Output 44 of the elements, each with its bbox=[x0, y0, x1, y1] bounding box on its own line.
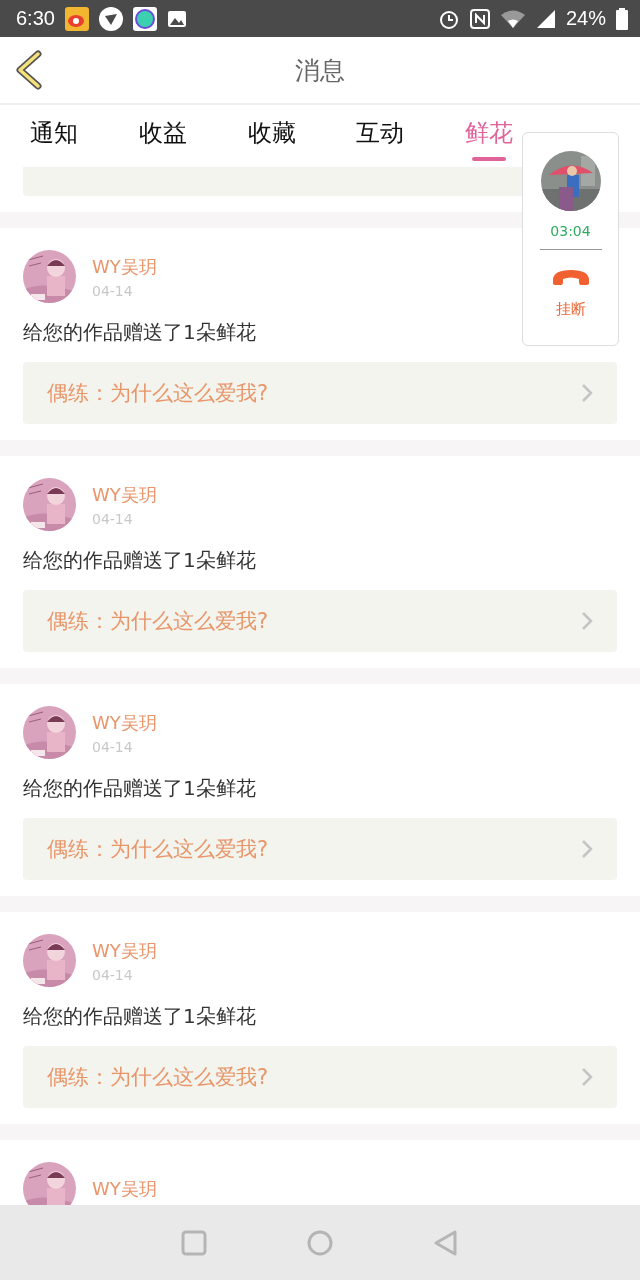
hang-up-button[interactable]: 挂断 bbox=[550, 268, 591, 319]
wifi-icon bbox=[499, 8, 526, 29]
message-text: 给您的作品赠送了1朵鲜花 bbox=[23, 319, 257, 346]
signal-icon bbox=[535, 8, 556, 29]
square-icon bbox=[181, 1229, 207, 1256]
chevron-icon bbox=[581, 839, 593, 859]
work-link[interactable]: 偶练：为什么这么爱我? bbox=[23, 590, 617, 652]
chevron-icon bbox=[581, 383, 593, 403]
recents-button[interactable] bbox=[181, 1229, 207, 1256]
page-title: 消息 bbox=[294, 54, 346, 87]
chevron-icon bbox=[581, 1067, 593, 1087]
nfc-icon bbox=[469, 8, 490, 29]
back-nav-button[interactable] bbox=[433, 1229, 459, 1256]
user-name: WY吴玥 bbox=[92, 938, 157, 963]
chevron-icon bbox=[581, 611, 593, 631]
tab[interactable]: 收益 bbox=[108, 105, 218, 167]
work-link[interactable]: 偶练：为什么这么爱我? bbox=[23, 818, 617, 880]
work-link[interactable]: 偶练：为什么这么爱我? bbox=[23, 362, 617, 424]
back-button[interactable] bbox=[14, 50, 44, 90]
battery-percent: 24% bbox=[565, 7, 606, 30]
battery-icon bbox=[616, 7, 628, 30]
image-icon bbox=[166, 8, 187, 29]
user-name: WY吴玥 bbox=[92, 710, 157, 735]
circle-icon bbox=[307, 1229, 333, 1256]
notification-icon bbox=[132, 6, 157, 31]
notification-icon bbox=[64, 6, 89, 31]
notification-icon bbox=[98, 6, 123, 31]
message-text: 给您的作品赠送了1朵鲜花 bbox=[23, 1003, 257, 1030]
tab[interactable]: 收藏 bbox=[217, 105, 326, 167]
tab[interactable]: 互动 bbox=[326, 105, 435, 167]
user-name: WY吴玥 bbox=[92, 1176, 157, 1201]
message-text: 给您的作品赠送了1朵鲜花 bbox=[23, 547, 257, 574]
triangle-icon bbox=[433, 1229, 459, 1256]
user-name: WY吴玥 bbox=[92, 482, 157, 507]
work-link[interactable]: 偶练：为什么这么爱我? bbox=[23, 1046, 617, 1108]
status-time: 6:30 bbox=[16, 7, 55, 30]
tab[interactable]: 鲜花 bbox=[434, 105, 544, 167]
home-button[interactable] bbox=[307, 1229, 333, 1256]
user-name: WY吴玥 bbox=[92, 254, 157, 279]
tab[interactable]: 通知 bbox=[0, 105, 109, 167]
back-icon bbox=[14, 50, 44, 90]
phone-icon bbox=[550, 268, 591, 286]
message-text: 给您的作品赠送了1朵鲜花 bbox=[23, 775, 257, 802]
call-duration: 03:04 bbox=[550, 223, 591, 239]
